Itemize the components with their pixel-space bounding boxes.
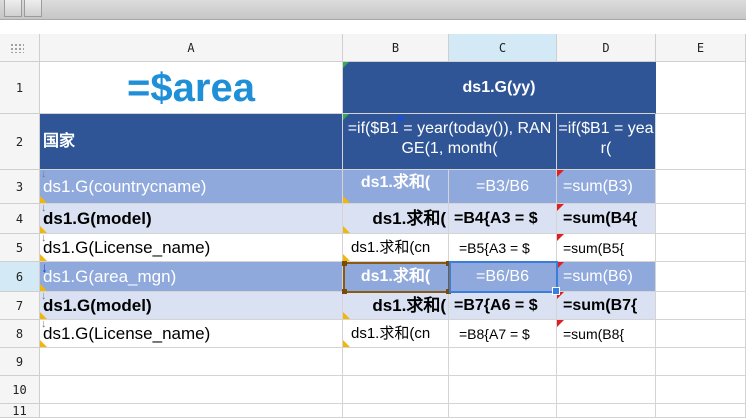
- year-group-header: ds1.G(yy): [462, 78, 536, 96]
- empty-cell[interactable]: [449, 404, 557, 418]
- empty-cell[interactable]: [557, 376, 656, 404]
- cell-marker-icon: [398, 116, 403, 121]
- empty-row-9[interactable]: [40, 348, 343, 376]
- cell-a4[interactable]: ↓ ds1.G(model): [40, 204, 343, 234]
- toolbar-button[interactable]: [4, 0, 22, 17]
- empty-cell[interactable]: [656, 348, 746, 376]
- cell-b6[interactable]: ds1.求和(: [343, 262, 449, 292]
- cell-a7[interactable]: ↓ ds1.G(model): [40, 292, 343, 320]
- empty-cell[interactable]: [343, 376, 449, 404]
- month-range-formula: =if($B1 = year(today()), RANGE(1, month(: [347, 120, 552, 157]
- cell-b8[interactable]: ds1.求和(cn: [343, 320, 449, 348]
- row-header-2[interactable]: 2: [0, 114, 40, 170]
- cell-a3[interactable]: ↓ ds1.G(countrycname): [40, 170, 343, 204]
- cell-e4[interactable]: [656, 204, 746, 234]
- column-header-d[interactable]: D: [557, 34, 656, 62]
- row-header-10[interactable]: 10: [0, 376, 40, 404]
- row-header-5[interactable]: 5: [0, 234, 40, 262]
- cell-e6[interactable]: [656, 262, 746, 292]
- cell-b1[interactable]: ds1.G(yy): [343, 62, 656, 114]
- empty-cell[interactable]: [557, 348, 656, 376]
- cell-e8[interactable]: [656, 320, 746, 348]
- empty-cell[interactable]: [343, 348, 449, 376]
- column-header-b[interactable]: B: [343, 34, 449, 62]
- cell-b3[interactable]: ds1.求和(: [343, 170, 449, 204]
- column-header-e[interactable]: E: [656, 34, 746, 62]
- cell-e7[interactable]: [656, 292, 746, 320]
- empty-cell[interactable]: [656, 376, 746, 404]
- empty-cell[interactable]: [449, 348, 557, 376]
- row-header-6[interactable]: 6: [0, 262, 40, 292]
- empty-row-10[interactable]: [40, 376, 343, 404]
- row-header-7[interactable]: 7: [0, 292, 40, 320]
- cell-c8[interactable]: =B8{A7 = $: [449, 320, 557, 348]
- cell-b5[interactable]: ds1.求和(cn: [343, 234, 449, 262]
- row-header-8[interactable]: 8: [0, 320, 40, 348]
- cell-a1[interactable]: =$area: [40, 62, 343, 114]
- cell-b4[interactable]: ds1.求和(: [343, 204, 449, 234]
- cell-d8[interactable]: =sum(B8{: [557, 320, 656, 348]
- empty-cell[interactable]: [343, 404, 449, 418]
- cell-e3[interactable]: [656, 170, 746, 204]
- cell-e1[interactable]: [656, 62, 746, 114]
- cell-a2[interactable]: 国家: [40, 114, 343, 170]
- cell-c4[interactable]: =B4{A3 = $: [449, 204, 557, 234]
- cell-c3[interactable]: =B3/B6: [449, 170, 557, 204]
- cell-e2[interactable]: [656, 114, 746, 170]
- empty-cell[interactable]: [656, 404, 746, 418]
- empty-cell[interactable]: [557, 404, 656, 418]
- empty-row-11[interactable]: [40, 404, 343, 418]
- cell-c5[interactable]: =B5{A3 = $: [449, 234, 557, 262]
- grid-icon: [10, 43, 24, 53]
- cell-d2[interactable]: =if($B1 = year(: [557, 114, 656, 170]
- toolbar-button[interactable]: [24, 0, 42, 17]
- row-header-1[interactable]: 1: [0, 62, 40, 114]
- column-header-c[interactable]: C: [449, 34, 557, 62]
- cell-b7[interactable]: ds1.求和(: [343, 292, 449, 320]
- cell-a6[interactable]: ↓ ds1.G(area_mgn): [40, 262, 343, 292]
- row-header-9[interactable]: 9: [0, 348, 40, 376]
- cell-c6[interactable]: =B6/B6: [449, 262, 557, 292]
- cell-a5[interactable]: ↓ ds1.G(License_name): [40, 234, 343, 262]
- select-all-corner[interactable]: [0, 34, 40, 62]
- row-header-3[interactable]: 3: [0, 170, 40, 204]
- country-header: 国家: [43, 132, 76, 150]
- column-header-a[interactable]: A: [40, 34, 343, 62]
- cell-c7[interactable]: =B7{A6 = $: [449, 292, 557, 320]
- cell-e5[interactable]: [656, 234, 746, 262]
- cell-d7[interactable]: =sum(B7{: [557, 292, 656, 320]
- cell-d5[interactable]: =sum(B5{: [557, 234, 656, 262]
- report-title: =$area: [127, 65, 255, 110]
- cell-d3[interactable]: =sum(B3): [557, 170, 656, 204]
- row-header-11[interactable]: 11: [0, 404, 40, 418]
- toolbar: [0, 0, 746, 20]
- cell-d6[interactable]: =sum(B6): [557, 262, 656, 292]
- cell-a8[interactable]: ↓ ds1.G(License_name): [40, 320, 343, 348]
- cell-b2[interactable]: =if($B1 = year(today()), RANGE(1, month(: [343, 114, 557, 170]
- cell-d4[interactable]: =sum(B4{: [557, 204, 656, 234]
- row-header-4[interactable]: 4: [0, 204, 40, 234]
- year-check-formula: =if($B1 = year(: [558, 120, 654, 157]
- empty-cell[interactable]: [449, 376, 557, 404]
